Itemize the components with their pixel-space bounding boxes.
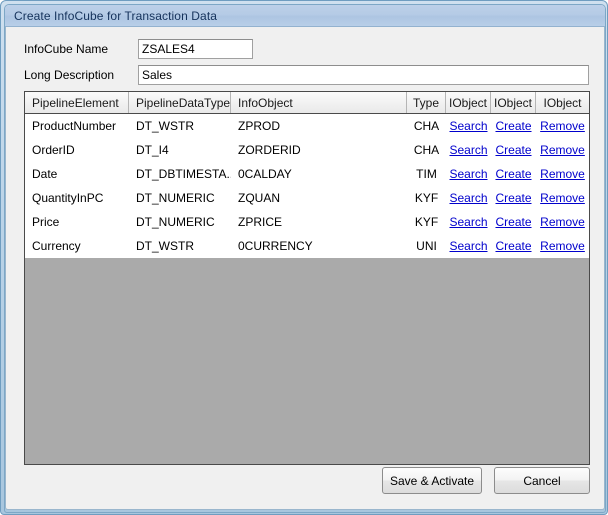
cell-create-action[interactable]: Create xyxy=(491,162,536,186)
table-row[interactable]: ProductNumber DT_WSTR ZPROD CHA Search C… xyxy=(25,114,589,138)
grid-column-header-pipeline-data-type[interactable]: PipelineDataType xyxy=(129,92,231,113)
dialog-window: Create InfoCube for Transaction Data Inf… xyxy=(0,0,608,515)
create-link[interactable]: Create xyxy=(495,239,531,253)
cell-pipeline-element: OrderID xyxy=(32,143,75,157)
cell-search-action[interactable]: Search xyxy=(446,210,491,234)
remove-link[interactable]: Remove xyxy=(540,239,585,253)
cell-pipeline-data-type: DT_WSTR xyxy=(136,239,194,253)
long-description-row: Long Description xyxy=(24,65,590,85)
remove-link[interactable]: Remove xyxy=(540,167,585,181)
cell-pipeline-element: Price xyxy=(32,215,60,229)
infocube-name-label: InfoCube Name xyxy=(24,42,109,56)
remove-link[interactable]: Remove xyxy=(540,215,585,229)
cell-pipeline-data-type: DT_NUMERIC xyxy=(136,191,215,205)
cell-pipeline-data-type: DT_WSTR xyxy=(136,119,194,133)
cell-create-action[interactable]: Create xyxy=(491,234,536,258)
create-link[interactable]: Create xyxy=(495,167,531,181)
cell-info-object: ZPROD xyxy=(238,119,280,133)
grid-column-header-iobject-search[interactable]: IObject xyxy=(446,92,491,113)
cell-pipeline-data-type: DT_DBTIMESTA... xyxy=(136,167,231,181)
cell-info-object: 0CALDAY xyxy=(238,167,292,181)
cell-create-action[interactable]: Create xyxy=(491,186,536,210)
remove-link[interactable]: Remove xyxy=(540,191,585,205)
cell-type: KYF xyxy=(414,191,439,205)
cell-remove-action[interactable]: Remove xyxy=(536,162,589,186)
cell-remove-action[interactable]: Remove xyxy=(536,114,589,138)
cell-type: CHA xyxy=(413,143,440,157)
infocube-name-input[interactable] xyxy=(138,39,253,59)
cell-remove-action[interactable]: Remove xyxy=(536,138,589,162)
cell-type: CHA xyxy=(413,119,440,133)
search-link[interactable]: Search xyxy=(449,239,487,253)
search-link[interactable]: Search xyxy=(449,143,487,157)
grid-column-header-pipeline-element[interactable]: PipelineElement xyxy=(25,92,129,113)
dialog-client-area: InfoCube Name Long Description PipelineE… xyxy=(5,27,605,510)
create-link[interactable]: Create xyxy=(495,191,531,205)
grid-column-header-iobject-remove[interactable]: IObject xyxy=(536,92,589,113)
cell-pipeline-data-type: DT_NUMERIC xyxy=(136,215,215,229)
search-link[interactable]: Search xyxy=(449,191,487,205)
remove-link[interactable]: Remove xyxy=(540,143,585,157)
table-row[interactable]: QuantityInPC DT_NUMERIC ZQUAN KYF Search… xyxy=(25,186,589,210)
cell-pipeline-element: Currency xyxy=(32,239,81,253)
cell-remove-action[interactable]: Remove xyxy=(536,234,589,258)
cell-search-action[interactable]: Search xyxy=(446,114,491,138)
cell-pipeline-element: Date xyxy=(32,167,58,181)
cell-info-object: 0CURRENCY xyxy=(238,239,313,253)
table-row[interactable]: Currency DT_WSTR 0CURRENCY UNI Search Cr… xyxy=(25,234,589,258)
search-link[interactable]: Search xyxy=(449,215,487,229)
cancel-button[interactable]: Cancel xyxy=(494,467,590,494)
create-link[interactable]: Create xyxy=(495,143,531,157)
grid-column-header-info-object[interactable]: InfoObject xyxy=(231,92,407,113)
cell-search-action[interactable]: Search xyxy=(446,234,491,258)
cell-type: UNI xyxy=(416,239,437,253)
infocube-name-row: InfoCube Name xyxy=(24,39,590,59)
title-bar[interactable]: Create InfoCube for Transaction Data xyxy=(5,5,605,27)
table-row[interactable]: OrderID DT_I4 ZORDERID CHA Search Create… xyxy=(25,138,589,162)
grid-column-header-iobject-create[interactable]: IObject xyxy=(491,92,536,113)
grid-header-row: PipelineElement PipelineDataType InfoObj… xyxy=(25,92,589,114)
table-row[interactable]: Date DT_DBTIMESTA... 0CALDAY TIM Search … xyxy=(25,162,589,186)
cell-create-action[interactable]: Create xyxy=(491,114,536,138)
remove-link[interactable]: Remove xyxy=(540,119,585,133)
cell-pipeline-data-type: DT_I4 xyxy=(136,143,169,157)
save-and-activate-button[interactable]: Save & Activate xyxy=(382,467,482,494)
create-link[interactable]: Create xyxy=(495,215,531,229)
cell-search-action[interactable]: Search xyxy=(446,186,491,210)
table-row[interactable]: Price DT_NUMERIC ZPRICE KYF Search Creat… xyxy=(25,210,589,234)
cell-type: KYF xyxy=(414,215,439,229)
window-title: Create InfoCube for Transaction Data xyxy=(14,8,218,23)
cell-create-action[interactable]: Create xyxy=(491,210,536,234)
cell-pipeline-element: ProductNumber xyxy=(32,119,117,133)
cell-create-action[interactable]: Create xyxy=(491,138,536,162)
long-description-input[interactable] xyxy=(138,65,589,85)
cell-info-object: ZPRICE xyxy=(238,215,283,229)
search-link[interactable]: Search xyxy=(449,119,487,133)
pipeline-mapping-grid: PipelineElement PipelineDataType InfoObj… xyxy=(24,91,590,465)
cell-search-action[interactable]: Search xyxy=(446,138,491,162)
search-link[interactable]: Search xyxy=(449,167,487,181)
grid-body: ProductNumber DT_WSTR ZPROD CHA Search C… xyxy=(25,114,589,464)
cell-remove-action[interactable]: Remove xyxy=(536,210,589,234)
grid-column-header-type[interactable]: Type xyxy=(407,92,446,113)
cell-info-object: ZORDERID xyxy=(238,143,301,157)
create-link[interactable]: Create xyxy=(495,119,531,133)
cell-pipeline-element: QuantityInPC xyxy=(32,191,104,205)
cell-type: TIM xyxy=(416,167,437,181)
cell-info-object: ZQUAN xyxy=(238,191,280,205)
long-description-label: Long Description xyxy=(24,68,115,82)
cell-remove-action[interactable]: Remove xyxy=(536,186,589,210)
cell-search-action[interactable]: Search xyxy=(446,162,491,186)
